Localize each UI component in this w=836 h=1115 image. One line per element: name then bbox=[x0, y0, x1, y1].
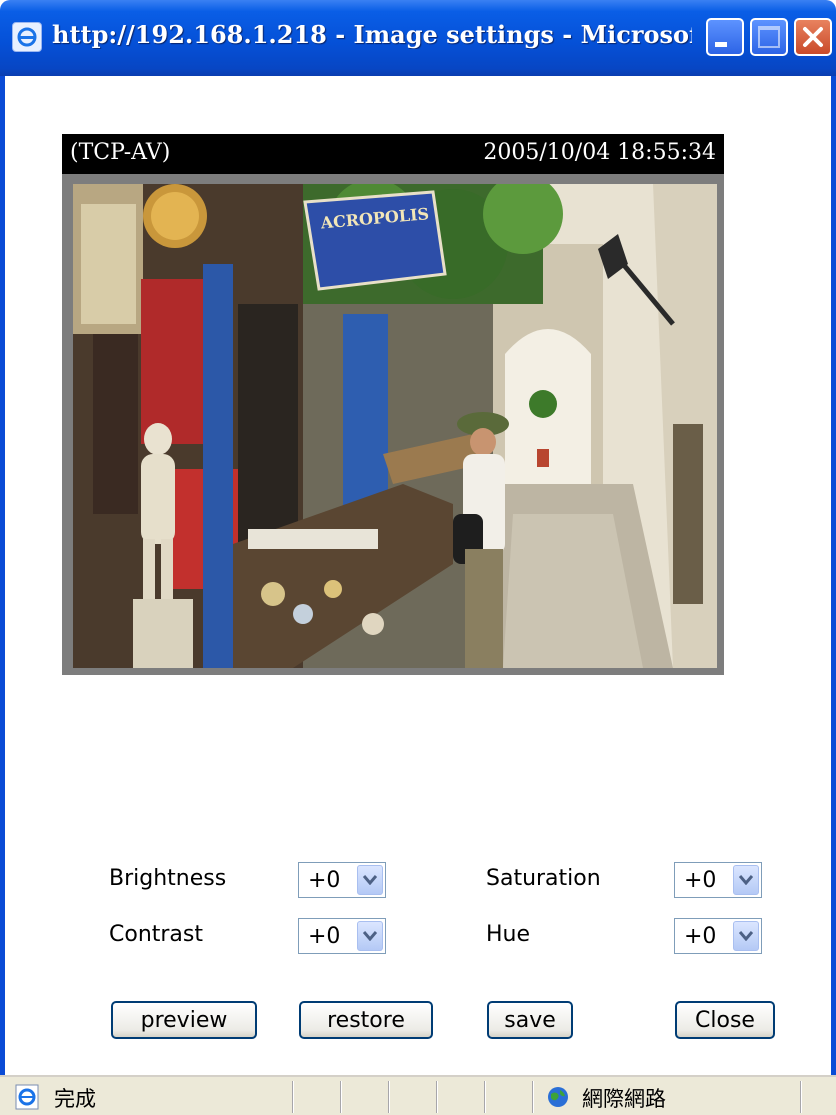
globe-icon bbox=[548, 1087, 568, 1107]
minimize-button[interactable] bbox=[706, 18, 744, 56]
close-icon bbox=[803, 27, 823, 47]
camera-header: (TCP-AV) 2005/10/04 18:55:34 bbox=[62, 134, 724, 174]
contrast-value: +0 bbox=[308, 924, 341, 949]
restore-button[interactable]: restore bbox=[299, 1001, 433, 1039]
close-button[interactable]: Close bbox=[675, 1001, 775, 1039]
saturation-value: +0 bbox=[684, 868, 717, 893]
minimize-icon bbox=[715, 41, 727, 47]
preview-button[interactable]: preview bbox=[111, 1001, 257, 1039]
camera-view: (TCP-AV) 2005/10/04 18:55:34 ACROPOLIS bbox=[62, 134, 724, 675]
zone-text: 網際網路 bbox=[582, 1087, 666, 1111]
contrast-select[interactable]: +0 bbox=[298, 918, 386, 954]
maximize-button[interactable] bbox=[750, 18, 788, 56]
brightness-value: +0 bbox=[308, 868, 341, 893]
camera-overlay-label: (TCP-AV) bbox=[70, 140, 171, 165]
brightness-select[interactable]: +0 bbox=[298, 862, 386, 898]
hue-label: Hue bbox=[486, 922, 531, 947]
chevron-down-icon[interactable] bbox=[357, 865, 383, 895]
status-separator bbox=[436, 1081, 438, 1113]
window-title: http://192.168.1.218 - Image settings - … bbox=[52, 20, 692, 49]
status-separator bbox=[532, 1081, 534, 1113]
camera-timestamp: 2005/10/04 18:55:34 bbox=[483, 140, 716, 165]
saturation-select[interactable]: +0 bbox=[674, 862, 762, 898]
chevron-down-icon[interactable] bbox=[733, 921, 759, 951]
ie-icon bbox=[12, 22, 42, 52]
hue-select[interactable]: +0 bbox=[674, 918, 762, 954]
window-frame-right bbox=[831, 76, 836, 1115]
close-window-button[interactable] bbox=[794, 18, 832, 56]
chevron-down-icon[interactable] bbox=[357, 921, 383, 951]
maximize-icon bbox=[758, 26, 780, 48]
brightness-label: Brightness bbox=[109, 866, 227, 891]
saturation-label: Saturation bbox=[486, 866, 601, 891]
chevron-down-icon[interactable] bbox=[733, 865, 759, 895]
status-separator bbox=[292, 1081, 294, 1113]
contrast-label: Contrast bbox=[109, 922, 204, 947]
window-frame-left bbox=[0, 76, 5, 1115]
camera-image: ACROPOLIS bbox=[73, 184, 717, 668]
ie-page-icon bbox=[15, 1084, 39, 1110]
status-text: 完成 bbox=[54, 1087, 96, 1111]
hue-value: +0 bbox=[684, 924, 717, 949]
status-separator bbox=[484, 1081, 486, 1113]
save-button[interactable]: save bbox=[487, 1001, 573, 1039]
status-separator bbox=[340, 1081, 342, 1113]
status-separator bbox=[388, 1081, 390, 1113]
status-separator bbox=[800, 1081, 802, 1113]
title-bar[interactable]: http://192.168.1.218 - Image settings - … bbox=[0, 0, 836, 76]
status-bar: 完成 網際網路 bbox=[0, 1075, 836, 1115]
